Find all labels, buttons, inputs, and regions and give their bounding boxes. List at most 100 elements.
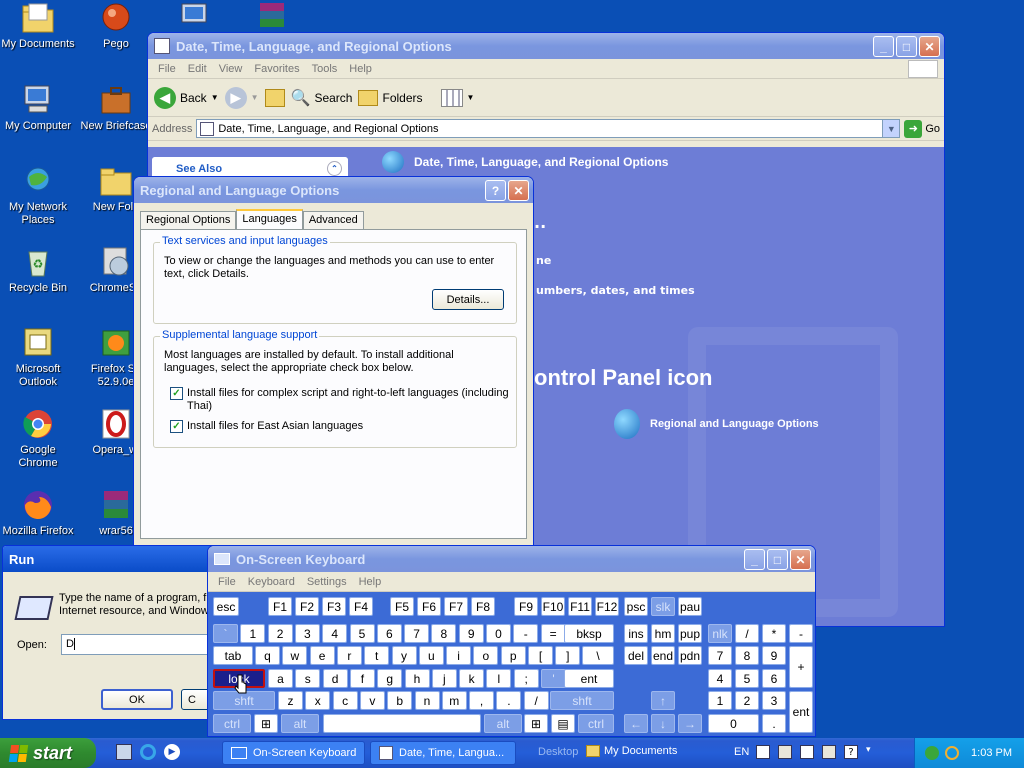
run-titlebar[interactable]: Run	[3, 546, 215, 572]
language-indicator[interactable]: EN	[734, 746, 749, 758]
key[interactable]: 1	[240, 624, 266, 643]
my-documents-toolbar[interactable]: My Documents	[586, 745, 677, 757]
mouse-icon[interactable]	[800, 745, 814, 759]
desktop-icon-google-chrome[interactable]: Google Chrome	[0, 408, 76, 470]
internet-explorer-icon[interactable]	[140, 744, 156, 760]
key[interactable]: end	[651, 646, 675, 665]
key[interactable]: ctrl	[578, 714, 614, 733]
key[interactable]: /	[523, 691, 549, 710]
key[interactable]: ctrl	[213, 714, 251, 733]
key[interactable]: F6	[417, 597, 441, 616]
key[interactable]: i	[446, 646, 472, 665]
desktop-icon-recycle-bin[interactable]: ♻ Recycle Bin	[0, 246, 76, 295]
key[interactable]: 8	[735, 646, 759, 665]
up-folder-button[interactable]	[264, 88, 285, 107]
key[interactable]: alt	[281, 714, 319, 733]
menu-view[interactable]: View	[215, 63, 251, 75]
key[interactable]: 9	[458, 624, 484, 643]
menu-file[interactable]: File	[214, 576, 244, 588]
menu-keyboard[interactable]: Keyboard	[244, 576, 303, 588]
complex-script-checkbox[interactable]: ✓	[170, 387, 183, 400]
key[interactable]: s	[295, 669, 321, 688]
media-player-icon[interactable]: ▶	[164, 744, 180, 760]
key[interactable]: g	[377, 669, 403, 688]
explorer-titlebar[interactable]: Date, Time, Language, and Regional Optio…	[148, 33, 944, 59]
desktop-icon-my-network-places[interactable]: My Network Places	[0, 165, 76, 227]
desktop-icon-pego[interactable]: Pego	[78, 2, 154, 51]
key[interactable]: hm	[651, 624, 675, 643]
key[interactable]: ▤	[551, 714, 575, 733]
key[interactable]: ←	[624, 714, 648, 733]
key[interactable]: shft	[550, 691, 614, 710]
key[interactable]: '	[541, 669, 566, 688]
key[interactable]: *	[762, 624, 786, 643]
key[interactable]: del	[624, 646, 648, 665]
desktop-icon-partial-winrar[interactable]	[257, 2, 287, 30]
key[interactable]: 7	[404, 624, 430, 643]
key[interactable]: F9	[514, 597, 538, 616]
key[interactable]: w	[282, 646, 308, 665]
osk-titlebar[interactable]: On-Screen Keyboard _ □ ✕	[208, 546, 815, 572]
menu-edit[interactable]: Edit	[184, 63, 215, 75]
key[interactable]: q	[255, 646, 280, 665]
key[interactable]: ]	[555, 646, 581, 665]
key[interactable]: ent	[789, 691, 813, 733]
desktop-icon-my-computer[interactable]: My Computer	[0, 84, 76, 133]
close-button[interactable]: ✕	[790, 549, 811, 570]
key[interactable]: ;	[513, 669, 539, 688]
key[interactable]: F2	[295, 597, 319, 616]
task-date-time-language[interactable]: Date, Time, Langua...	[370, 741, 516, 765]
key[interactable]: 5	[735, 669, 759, 688]
key[interactable]: p	[500, 646, 526, 665]
key[interactable]: v	[359, 691, 385, 710]
key[interactable]: ,	[469, 691, 495, 710]
address-input[interactable]: Date, Time, Language, and Regional Optio…	[196, 119, 901, 138]
east-asian-checkbox-row[interactable]: ✓ Install files for East Asian languages	[170, 420, 510, 433]
menu-help[interactable]: Help	[345, 63, 380, 75]
key[interactable]: b	[387, 691, 413, 710]
key[interactable]: u	[418, 646, 444, 665]
key[interactable]: 9	[762, 646, 786, 665]
options-icon[interactable]: ▾	[866, 745, 876, 759]
close-button[interactable]: ✕	[919, 36, 940, 57]
menu-tools[interactable]: Tools	[308, 63, 346, 75]
key[interactable]: F8	[471, 597, 495, 616]
tab-regional-options[interactable]: Regional Options	[140, 211, 237, 229]
key[interactable]: F5	[390, 597, 414, 616]
key[interactable]: z	[278, 691, 303, 710]
task-fragment-numbers[interactable]: umbers, dates, and times	[536, 284, 695, 297]
key[interactable]: +	[789, 646, 813, 688]
key[interactable]: c	[332, 691, 358, 710]
help-button[interactable]: ?	[485, 180, 506, 201]
regional-dialog-titlebar[interactable]: Regional and Language Options ? ✕	[134, 177, 533, 203]
go-button[interactable]: ➜ Go	[904, 119, 940, 138]
desktop-icon-microsoft-outlook[interactable]: Microsoft Outlook	[0, 327, 76, 389]
key[interactable]: r	[336, 646, 362, 665]
pen-icon[interactable]	[778, 745, 792, 759]
network-icon[interactable]	[925, 746, 940, 760]
key[interactable]: F1	[268, 597, 292, 616]
key[interactable]: 2	[735, 691, 759, 710]
key[interactable]: psc	[624, 597, 648, 616]
folders-button[interactable]: Folders	[358, 89, 423, 106]
key[interactable]: \	[582, 646, 614, 665]
key[interactable]: ↓	[651, 714, 675, 733]
key[interactable]: pup	[678, 624, 702, 643]
forward-button[interactable]: ▶ ▼	[224, 86, 259, 109]
open-input[interactable]: D	[61, 634, 215, 655]
complex-script-checkbox-row[interactable]: ✓ Install files for complex script and r…	[170, 387, 510, 413]
key[interactable]: ↑	[651, 691, 675, 710]
key[interactable]: /	[735, 624, 759, 643]
key[interactable]: m	[441, 691, 467, 710]
key[interactable]: 4	[708, 669, 732, 688]
key[interactable]: nlk	[708, 624, 732, 643]
key[interactable]: 2	[267, 624, 293, 643]
desktop-icon-mozilla-firefox[interactable]: Mozilla Firefox	[0, 489, 76, 538]
maximize-button[interactable]: □	[767, 549, 788, 570]
key[interactable]: -	[789, 624, 813, 643]
task-on-screen-keyboard[interactable]: On-Screen Keyboard	[222, 741, 365, 765]
search-button[interactable]: 🔍 Search	[291, 88, 353, 108]
key[interactable]: .	[496, 691, 522, 710]
collapse-icon[interactable]: ⌃	[327, 161, 342, 176]
key[interactable]: t	[364, 646, 390, 665]
